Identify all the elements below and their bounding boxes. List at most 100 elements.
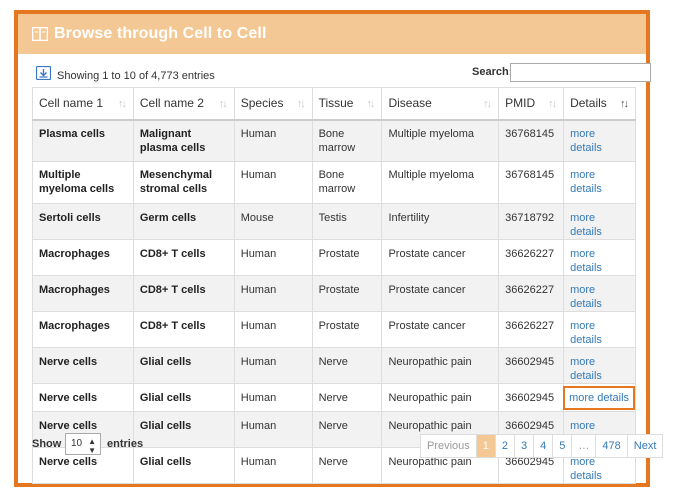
pagination: Previous 1 2 3 4 5 … 478 Next — [420, 434, 664, 458]
cell-name-1: Macrophages — [32, 275, 134, 312]
cell-name-1: Nerve cells — [32, 347, 134, 384]
cell-name-2: Malignant plasma cells — [132, 119, 235, 162]
tissue-cell: Nerve — [311, 383, 383, 412]
table-row: Macrophages CD8+ T cells Human Prostate … — [32, 311, 636, 348]
panel-title: Browse through Cell to Cell — [54, 25, 267, 42]
details-link[interactable]: more details — [563, 347, 636, 384]
table-row: Multiple myeloma cells Mesenchymal strom… — [32, 161, 636, 204]
species-cell: Human — [233, 347, 313, 384]
page-5[interactable]: 5 — [553, 435, 573, 457]
page-2[interactable]: 2 — [495, 435, 516, 457]
pmid-cell: 36626227 — [498, 275, 565, 312]
table-row: Macrophages CD8+ T cells Human Prostate … — [32, 239, 636, 276]
tissue-cell: Nerve — [311, 347, 383, 384]
cell-name-2: Glial cells — [132, 347, 235, 384]
col-disease[interactable]: Disease ↑↓ — [381, 87, 500, 121]
sort-icon: ↑↓ — [117, 98, 127, 110]
table-info: Showing 1 to 10 of 4,773 entries — [57, 70, 215, 82]
disease-cell: Prostate cancer — [381, 275, 500, 312]
cell-name-1: Macrophages — [32, 239, 134, 276]
cell-name-2: CD8+ T cells — [132, 311, 235, 348]
page-next[interactable]: Next — [627, 435, 663, 457]
search-label: Search: — [472, 66, 513, 78]
pmid-cell: 36626227 — [498, 311, 565, 348]
table-header-row: Cell name 1 ↑↓ Cell name 2 ↑↓ Species ↑↓ Ti… — [32, 87, 636, 121]
tissue-cell: Prostate — [311, 239, 383, 276]
species-cell: Mouse — [233, 203, 313, 240]
species-cell: Human — [233, 119, 313, 162]
details-link[interactable]: more details — [563, 239, 636, 276]
disease-cell: Prostate cancer — [381, 311, 500, 348]
col-species[interactable]: Species ↑↓ — [233, 87, 313, 121]
chevron-updown-icon: ▲ ▼ — [88, 437, 96, 455]
col-tissue[interactable]: Tissue ↑↓ — [311, 87, 383, 121]
search-input[interactable] — [510, 63, 651, 82]
cell-name-1: Nerve cells — [32, 383, 134, 412]
species-cell: Human — [233, 239, 313, 276]
species-cell: Human — [233, 275, 313, 312]
disease-cell: Neuropathic pain — [381, 347, 500, 384]
col-pmid[interactable]: PMID ↑↓ — [498, 87, 565, 121]
col-cell-name-1[interactable]: Cell name 1 ↑↓ — [32, 87, 134, 121]
sort-icon: ↑↓ — [548, 98, 557, 110]
cell-name-1: Macrophages — [32, 311, 134, 348]
species-cell: Human — [233, 311, 313, 348]
species-cell: Human — [233, 161, 313, 204]
pmid-cell: 36626227 — [498, 239, 565, 276]
cell-name-2: CD8+ T cells — [132, 275, 235, 312]
page-ellipsis: … — [572, 435, 597, 457]
page-4[interactable]: 4 — [534, 435, 554, 457]
details-link[interactable]: more details — [563, 311, 636, 348]
page-length-value: 10 — [71, 438, 83, 449]
entries-label: entries — [107, 438, 144, 450]
sort-icon: ↑↓ — [483, 98, 492, 110]
cell-name-1: Multiple myeloma cells — [32, 161, 134, 204]
details-link[interactable]: more details — [563, 203, 636, 240]
disease-cell: Prostate cancer — [381, 239, 500, 276]
sort-icon: ↑↓ — [218, 98, 228, 110]
species-cell: Human — [233, 383, 313, 412]
details-link[interactable]: more details — [563, 161, 636, 204]
page-length-select[interactable]: 10 ▲ ▼ — [65, 433, 101, 455]
page-3[interactable]: 3 — [515, 435, 535, 457]
disease-cell: Multiple myeloma — [381, 161, 500, 204]
col-details[interactable]: Details ↑↓ — [563, 87, 636, 121]
table-row: Nerve cells Glial cells Human Nerve Neur… — [32, 347, 636, 384]
table-row: Nerve cells Glial cells Human Nerve Neur… — [32, 383, 636, 412]
cell-name-1: Plasma cells — [32, 119, 134, 162]
table-row: Plasma cells Malignant plasma cells Huma… — [32, 119, 636, 162]
cell-name-2: Mesenchymal stromal cells — [132, 161, 235, 204]
tissue-cell: Bone marrow — [311, 161, 383, 204]
browse-panel: Browse through Cell to Cell Showing 1 to… — [14, 10, 664, 487]
cell-name-2: Glial cells — [132, 383, 235, 412]
table-row: Sertoli cells Germ cells Mouse Testis In… — [32, 203, 636, 240]
page-1[interactable]: 1 — [476, 435, 496, 457]
col-cell-name-2[interactable]: Cell name 2 ↑↓ — [132, 87, 235, 121]
show-label: Show — [32, 438, 62, 450]
pmid-cell: 36602945 — [498, 347, 565, 384]
details-link[interactable]: more details — [563, 275, 636, 312]
disease-cell: Infertility — [381, 203, 500, 240]
tissue-cell: Prostate — [311, 311, 383, 348]
pmid-cell: 36768145 — [498, 161, 565, 204]
download-icon[interactable] — [36, 66, 51, 80]
details-link[interactable]: more details — [563, 119, 636, 162]
page-478[interactable]: 478 — [596, 435, 628, 457]
book-icon — [32, 27, 48, 41]
panel-header: Browse through Cell to Cell — [18, 14, 646, 54]
pmid-cell: 36718792 — [498, 203, 565, 240]
table-row: Macrophages CD8+ T cells Human Prostate … — [32, 275, 636, 312]
page-previous[interactable]: Previous — [421, 435, 477, 457]
sort-icon: ↑↓ — [296, 98, 306, 110]
tissue-cell: Bone marrow — [311, 119, 383, 162]
sort-icon: ↑↓ — [620, 98, 629, 110]
disease-cell: Neuropathic pain — [381, 383, 500, 412]
cell-name-1: Sertoli cells — [32, 203, 134, 240]
disease-cell: Multiple myeloma — [381, 119, 500, 162]
pmid-cell: 36602945 — [498, 383, 565, 412]
highlighted-details-link[interactable]: more details — [563, 386, 636, 410]
cell-table: Cell name 1 ↑↓ Cell name 2 ↑↓ Species ↑↓ Ti… — [32, 87, 636, 484]
details-link-highlighted[interactable]: more details — [563, 383, 636, 412]
sort-icon: ↑↓ — [366, 98, 375, 110]
tissue-cell: Prostate — [311, 275, 383, 312]
